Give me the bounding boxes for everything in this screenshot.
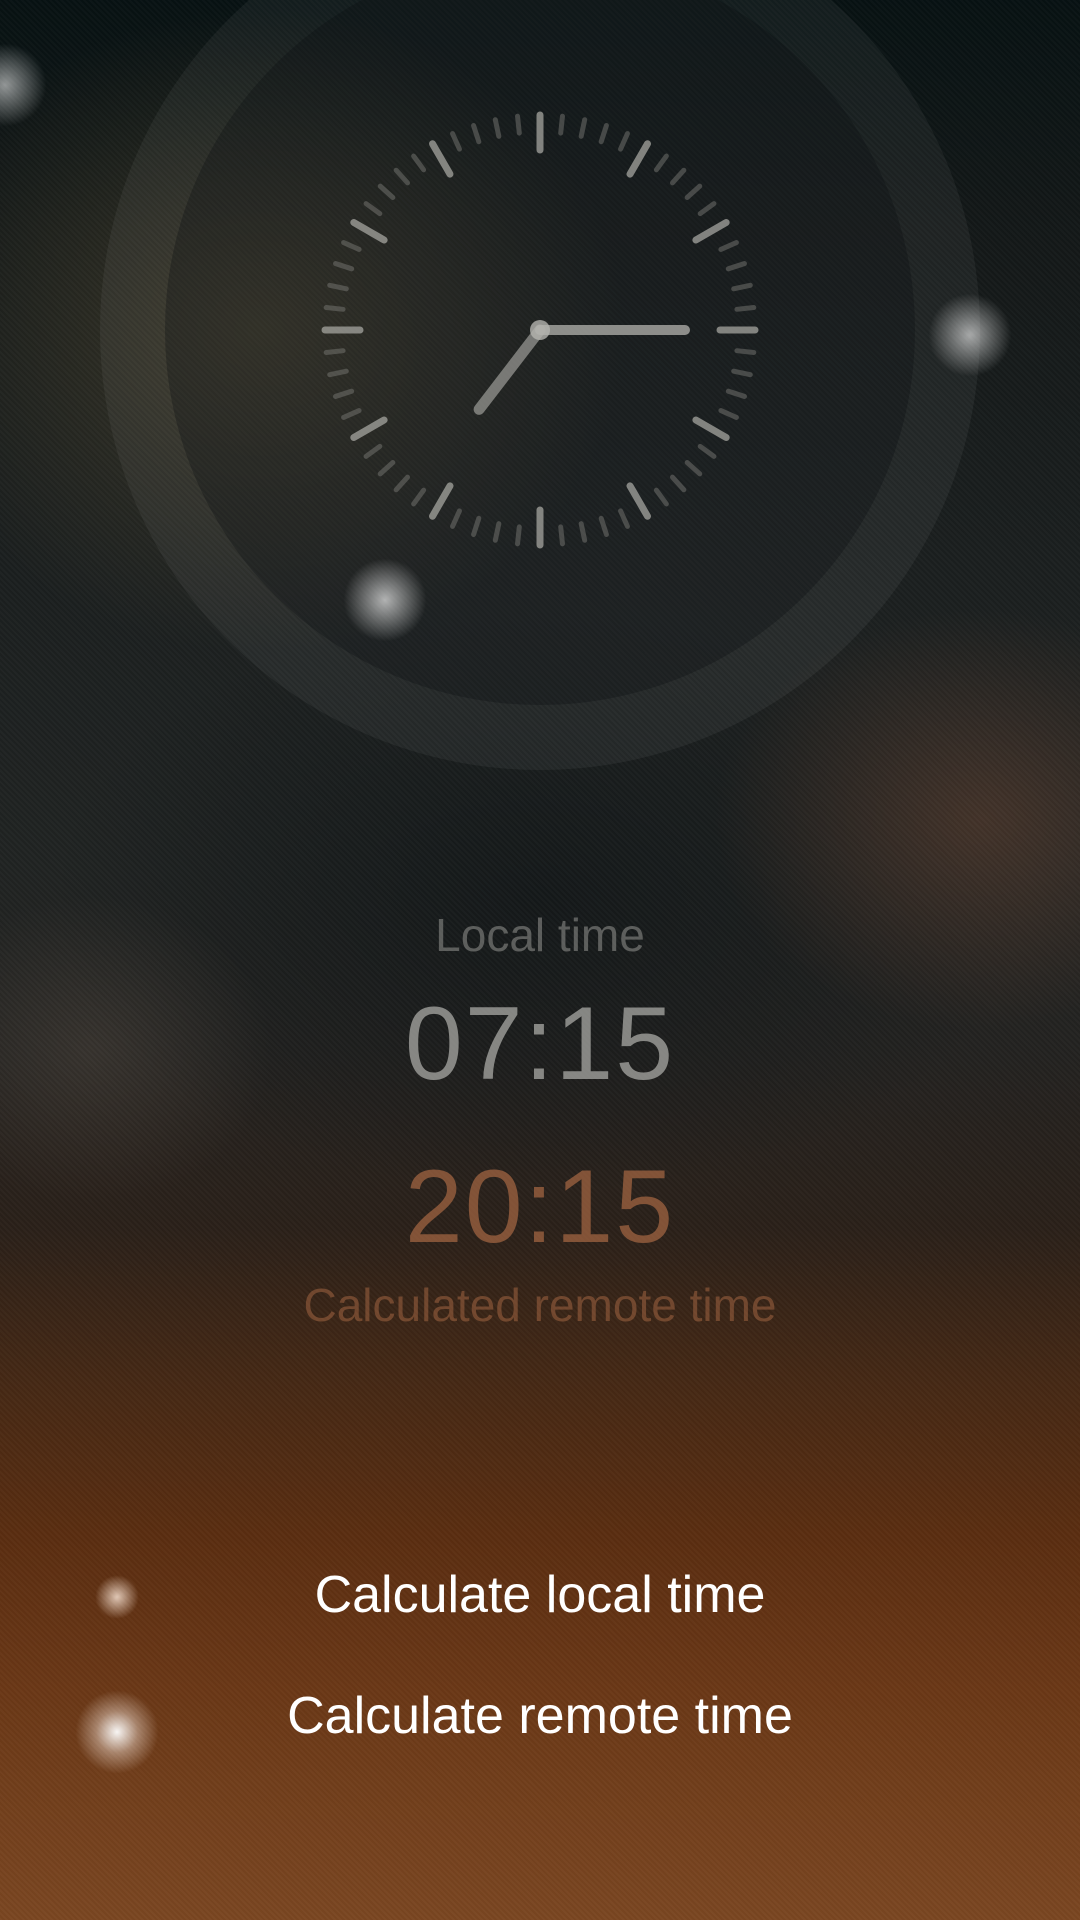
ambient-glow xyxy=(0,40,50,130)
clock-minor-tick xyxy=(558,113,565,136)
clock-minor-tick xyxy=(515,113,522,136)
remote-time-value: 20:15 xyxy=(404,1149,676,1265)
clock-minor-tick xyxy=(734,305,757,312)
clock-minor-tick xyxy=(492,117,502,139)
clock-minor-tick xyxy=(578,117,588,139)
remote-time-label: Calculated remote time xyxy=(303,1279,777,1331)
clock-minor-tick xyxy=(492,521,502,543)
clock-dial xyxy=(50,0,1030,820)
calculate-remote-time-button[interactable]: Calculate remote time xyxy=(0,1686,1080,1746)
clock-minor-tick xyxy=(731,282,753,292)
clock-minor-tick xyxy=(327,282,349,292)
local-time-label: Local time xyxy=(435,909,645,961)
clock-minor-tick xyxy=(327,368,349,378)
clock-minor-tick xyxy=(515,524,522,547)
local-time-value: 07:15 xyxy=(404,986,676,1102)
clock-minor-tick xyxy=(558,524,565,547)
clock-minor-tick xyxy=(734,348,757,355)
clock-center-pin xyxy=(530,320,550,340)
calculate-local-time-button[interactable]: Calculate local time xyxy=(0,1565,1080,1625)
clock-minor-tick xyxy=(731,368,753,378)
clock-face xyxy=(100,0,980,770)
clock-minor-tick xyxy=(578,521,588,543)
clock-minor-tick xyxy=(323,305,346,312)
clock-minor-tick xyxy=(323,348,346,355)
